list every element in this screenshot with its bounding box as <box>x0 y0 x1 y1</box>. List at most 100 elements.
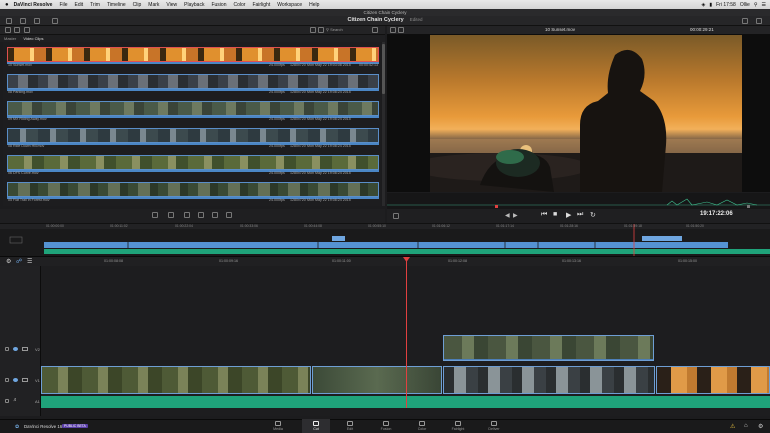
warning-icon[interactable]: ⚠ <box>730 423 735 430</box>
clip-row[interactable]: 10 Sunset.mov 24.000fps 1280x720 Mon May 22… <box>7 47 379 71</box>
menu-trim[interactable]: Trim <box>90 2 100 8</box>
transitions-icon[interactable] <box>34 18 40 24</box>
thumbnail-view-icon[interactable] <box>310 27 316 33</box>
scrollbar-thumb[interactable] <box>382 44 385 94</box>
spotlight-icon[interactable]: ⚲ <box>754 2 758 8</box>
loop-icon[interactable]: ↻ <box>590 211 596 219</box>
play-icon[interactable]: ▶ <box>566 211 571 219</box>
inspector-icon[interactable] <box>742 18 748 24</box>
list-view-icon[interactable] <box>318 27 324 33</box>
clip-row[interactable]: 06 DFS Curve.mov 24.000fps 1280x720 Mon May… <box>7 155 379 179</box>
menu-timeline[interactable]: Timeline <box>107 2 126 8</box>
menu-fusion[interactable]: Fusion <box>211 2 226 8</box>
options-icon[interactable] <box>372 27 378 33</box>
page-cut[interactable]: Cut <box>302 420 330 431</box>
place-on-top-icon[interactable] <box>212 212 218 218</box>
clip-row[interactable]: 08 Ride Down Hill.mov 24.000fps 1280x720 Mo… <box>7 128 379 152</box>
menu-app[interactable]: DaVinci Resolve <box>14 2 53 8</box>
clip-row[interactable]: 09 MX Riding Away.mov 24.000fps 1280x720 Mo… <box>7 101 379 125</box>
timeline-viewer-icon[interactable] <box>398 27 404 33</box>
sidebar-toggle-icon[interactable] <box>5 27 11 33</box>
upper-timeline-tracks <box>0 224 770 257</box>
home-icon[interactable]: ⌂ <box>744 423 748 429</box>
import-icon[interactable] <box>14 27 20 33</box>
page-label: Fairlight <box>451 427 465 431</box>
close-up-icon[interactable] <box>198 212 204 218</box>
page-edit[interactable]: Edit <box>336 420 364 431</box>
mini-ruler-label: 01:00:22:04 <box>175 224 193 228</box>
clip-date: Mon May 22 19:03:08 2015 <box>307 63 351 67</box>
link-icon[interactable]: ☍ <box>16 258 22 265</box>
viewer-clip-name: 10 Sunset.mov <box>544 27 576 32</box>
import-folder-icon[interactable] <box>24 27 30 33</box>
eye-icon[interactable] <box>13 378 18 382</box>
search-field[interactable]: ⚲ Search <box>326 27 370 33</box>
page-fusion[interactable]: Fusion <box>372 420 400 431</box>
effects-icon[interactable] <box>52 18 58 24</box>
settings-gear-icon[interactable]: ⚙ <box>758 423 763 430</box>
media-pool-scrollbar[interactable] <box>382 42 385 206</box>
menu-clip[interactable]: Clip <box>133 2 142 8</box>
screen-icon[interactable] <box>22 378 28 382</box>
overwrite-icon[interactable] <box>184 212 190 218</box>
clip-row[interactable]: 05 Flat Trail in Forest.mov 24.000fps 1280… <box>7 182 379 206</box>
battery-icon[interactable]: ▮ <box>709 2 712 8</box>
lock-icon[interactable] <box>5 399 9 403</box>
insert-icon[interactable] <box>168 212 174 218</box>
page-deliver[interactable]: Deliver <box>480 420 508 431</box>
menu-edit[interactable]: Edit <box>75 2 84 8</box>
media-pool-icon[interactable] <box>6 18 12 24</box>
timeline-clip-v1[interactable] <box>656 366 770 394</box>
track-list-icon[interactable]: ☰ <box>27 258 32 265</box>
sync-bin-icon[interactable] <box>20 18 26 24</box>
apple-icon[interactable]: ● <box>5 2 9 8</box>
append-icon[interactable] <box>152 212 158 218</box>
lock-icon[interactable] <box>5 378 9 382</box>
clip-row[interactable]: 08 Parking.mov 24.000fps 1280x720 Mon May 2… <box>7 74 379 98</box>
menu-fairlight[interactable]: Fairlight <box>252 2 270 8</box>
clip-date: Mon May 22 19:08:24 2015 <box>307 117 351 121</box>
menu-list-icon[interactable]: ☰ <box>762 2 766 8</box>
jog-left-icon[interactable]: ◀ <box>505 212 510 219</box>
clip-res: 1280x720 <box>290 63 306 67</box>
clip-zoom-icon[interactable] <box>393 213 399 219</box>
clip-date: Mon May 22 19:08:24 2015 <box>307 171 351 175</box>
go-to-start-icon[interactable]: ⏮ <box>541 211 547 219</box>
export-icon[interactable] <box>756 18 762 24</box>
upper-timeline[interactable]: 01:00:00:00 01:00:11:02 01:00:22:04 01:0… <box>0 223 770 257</box>
bin-video-clips[interactable]: Video Clips <box>23 36 43 41</box>
clip-fps: 24.000fps <box>269 171 285 175</box>
audio-waveform-scrubber[interactable] <box>387 193 770 209</box>
menu-file[interactable]: File <box>59 2 67 8</box>
speaker-icon[interactable]: ♬ <box>13 397 18 403</box>
menu-playback[interactable]: Playback <box>184 2 204 8</box>
timeline-clip-v1[interactable] <box>41 366 311 394</box>
page-fairlight[interactable]: Fairlight <box>444 420 472 431</box>
viewer-frame[interactable] <box>430 35 742 192</box>
timeline-clip-v2[interactable] <box>443 335 654 361</box>
go-to-end-icon[interactable]: ⏭ <box>577 211 583 219</box>
menu-workspace[interactable]: Workspace <box>277 2 302 8</box>
menu-help[interactable]: Help <box>309 2 319 8</box>
bin-master[interactable]: Master <box>4 36 16 41</box>
playhead-line[interactable] <box>406 258 407 408</box>
jog-right-icon[interactable]: ▶ <box>513 212 518 219</box>
menu-view[interactable]: View <box>166 2 177 8</box>
timeline-clip-v1[interactable] <box>443 366 655 394</box>
source-overwrite-icon[interactable] <box>226 212 232 218</box>
settings-icon[interactable]: ⚙ <box>6 258 11 265</box>
mini-ruler-label: 01:00:44:08 <box>304 224 322 228</box>
menu-color[interactable]: Color <box>233 2 245 8</box>
wifi-icon[interactable]: ◈ <box>701 2 705 8</box>
timeline-clip-v1[interactable] <box>312 366 442 394</box>
screen-icon[interactable] <box>22 347 28 351</box>
page-media[interactable]: Media <box>264 420 292 431</box>
menubar-user[interactable]: Ollie <box>740 2 750 8</box>
stop-icon[interactable]: ■ <box>553 211 557 218</box>
menu-mark[interactable]: Mark <box>148 2 159 8</box>
eye-icon[interactable] <box>13 347 18 351</box>
page-color[interactable]: Color <box>408 420 436 431</box>
lock-icon[interactable] <box>5 347 9 351</box>
menubar-clock[interactable]: Fri 17:58 <box>716 2 736 8</box>
source-viewer-icon[interactable] <box>390 27 396 33</box>
